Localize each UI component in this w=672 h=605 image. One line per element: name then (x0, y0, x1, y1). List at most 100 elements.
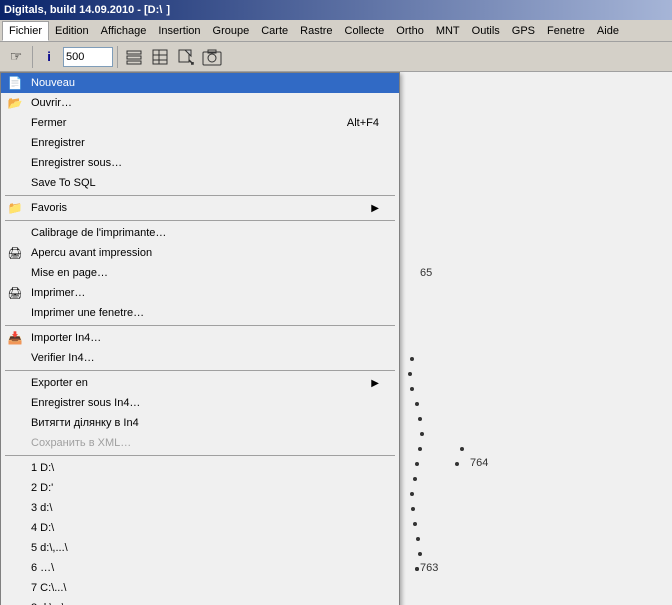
dropdown-item-label-recent6: 6 …\ (31, 562, 54, 574)
dropdown-separator-8 (5, 220, 395, 221)
toolbar-sep-2 (117, 46, 118, 68)
dropdown-item-recent6[interactable]: 6 …\ (1, 558, 399, 578)
dropdown-item-imprimer-fenetre[interactable]: Imprimer une fenetre… (1, 303, 399, 323)
menu-item-fenetre[interactable]: Fenetre (541, 21, 591, 41)
dropdown-item-ouvrir[interactable]: 📂 Ouvrir… (1, 93, 399, 113)
dropdown-item-recent4[interactable]: 4 D:\ (1, 518, 399, 538)
dropdown-item-apercu[interactable]: 🖨 Apercu avant impression (1, 243, 399, 263)
photo-btn[interactable] (200, 45, 224, 69)
map-dot-6 (418, 447, 422, 451)
dropdown-item-mise-en-page[interactable]: Mise en page… (1, 263, 399, 283)
menu-item-rastre[interactable]: Rastre (294, 21, 338, 41)
menu-item-aide[interactable]: Aide (591, 21, 625, 41)
dropdown-item-label-ouvrir: Ouvrir… (31, 97, 72, 109)
map-dot-2 (410, 387, 414, 391)
dropdown-item-vytyahty[interactable]: Витягти ділянку в In4 (1, 413, 399, 433)
dropdown-item-label-favoris: Favoris (31, 202, 67, 214)
toolbar-sep-1 (32, 46, 33, 68)
dropdown-item-recent5[interactable]: 5 d:\,...\ (1, 538, 399, 558)
dropdown-item-calibrage[interactable]: Calibrage de l'imprimante… (1, 223, 399, 243)
map-dot-13 (418, 552, 422, 556)
dropdown-item-enregistrer-in4[interactable]: Enregistrer sous In4… (1, 393, 399, 413)
map-dot-4 (418, 417, 422, 421)
dropdown-item-label-enregistrer: Enregistrer (31, 137, 85, 149)
dropdown-separator-22 (5, 455, 395, 456)
map-dot-15 (460, 447, 464, 451)
layers-btn[interactable] (122, 45, 146, 69)
dropdown-item-label-imprimer-fenetre: Imprimer une fenetre… (31, 307, 144, 319)
dropdown-item-label-importer: Importer In4… (31, 332, 101, 344)
menu-item-mnt[interactable]: MNT (430, 21, 466, 41)
title-bar: Digitals, build 14.09.2010 - [D:\ ] (0, 0, 672, 20)
submenu-arrow-exporter: ▶ (371, 378, 379, 389)
map-dot-0 (410, 357, 414, 361)
dropdown-item-importer[interactable]: 📥 Importer In4… (1, 328, 399, 348)
fichier-dropdown: 📄 Nouveau 📂 Ouvrir… Fermer Alt+F4 Enregistrer E… (0, 72, 400, 605)
dropdown-item-label-apercu: Apercu avant impression (31, 247, 152, 259)
nouveau-icon: 📄 (5, 75, 25, 91)
menu-item-groupe[interactable]: Groupe (207, 21, 256, 41)
shortcut-fermer: Alt+F4 (347, 117, 379, 129)
importer-icon: 📥 (5, 330, 25, 346)
dropdown-item-fermer[interactable]: Fermer Alt+F4 (1, 113, 399, 133)
dropdown-item-recent2[interactable]: 2 D:' (1, 478, 399, 498)
map-label-2: 763 (420, 562, 438, 574)
dropdown-item-favoris[interactable]: 📁Favoris▶ (1, 198, 399, 218)
dropdown-item-label-exporter: Exporter en (31, 377, 88, 389)
dropdown-item-imprimer[interactable]: 🖨Imprimer… (1, 283, 399, 303)
dropdown-item-nouveau[interactable]: 📄 Nouveau (1, 73, 399, 93)
map-dot-16 (455, 462, 459, 466)
apercu-icon: 🖨 (5, 245, 25, 261)
table-btn[interactable] (148, 45, 172, 69)
dropdown-item-label-nouveau: Nouveau (31, 77, 75, 89)
dropdown-item-exporter[interactable]: Exporter en ▶ (1, 373, 399, 393)
dropdown-item-recent7[interactable]: 7 C:\...\ (1, 578, 399, 598)
info-btn[interactable]: i (37, 45, 61, 69)
imprimer-icon: 🖨 (5, 285, 25, 301)
map-label-0: 65 (420, 267, 432, 279)
dropdown-separator-6 (5, 195, 395, 196)
menu-item-ortho[interactable]: Ortho (390, 21, 430, 41)
export-btn[interactable] (174, 45, 198, 69)
dropdown-item-save-xml: Сохранить в XML… (1, 433, 399, 453)
dropdown-item-label-save-sql: Save To SQL (31, 177, 96, 189)
map-dot-5 (420, 432, 424, 436)
map-dot-17 (415, 567, 419, 571)
menu-item-collecte[interactable]: Collecte (339, 21, 391, 41)
dropdown-item-recent8[interactable]: 8 d:\...\ (1, 598, 399, 605)
title-text: Digitals, build 14.09.2010 - [D:\ (4, 4, 162, 16)
dropdown-item-label-recent3: 3 d:\ (31, 502, 52, 514)
ouvrir-icon: 📂 (5, 95, 25, 111)
dropdown-item-enregistrer[interactable]: Enregistrer (1, 133, 399, 153)
menu-item-edition[interactable]: Edition (49, 21, 95, 41)
hand-tool-btn[interactable]: ☞ (4, 45, 28, 69)
dropdown-item-save-sql[interactable]: Save To SQL (1, 173, 399, 193)
map-dot-9 (410, 492, 414, 496)
dropdown-separator-14 (5, 325, 395, 326)
zoom-input[interactable] (63, 47, 113, 67)
menu-item-fichier[interactable]: Fichier (2, 21, 49, 41)
dropdown-item-recent3[interactable]: 3 d:\ (1, 498, 399, 518)
map-dot-3 (415, 402, 419, 406)
menu-item-carte[interactable]: Carte (255, 21, 294, 41)
menu-item-outils[interactable]: Outils (466, 21, 506, 41)
favoris-icon: 📁 (5, 200, 25, 216)
map-label-1: 764 (470, 457, 488, 469)
map-dot-12 (416, 537, 420, 541)
menu-item-insertion[interactable]: Insertion (152, 21, 206, 41)
map-dot-10 (411, 507, 415, 511)
dropdown-item-label-recent2: 2 D:' (31, 482, 53, 494)
menu-item-gps[interactable]: GPS (506, 21, 541, 41)
dropdown-item-label-fermer: Fermer (31, 117, 66, 129)
dropdown-item-label-recent1: 1 D:\ (31, 462, 54, 474)
menu-item-affichage[interactable]: Affichage (95, 21, 153, 41)
dropdown-item-verifier[interactable]: Verifier In4… (1, 348, 399, 368)
toolbar: ☞ i (0, 42, 672, 72)
dropdown-item-label-enregistrer-sous: Enregistrer sous… (31, 157, 122, 169)
map-dot-7 (415, 462, 419, 466)
dropdown-item-enregistrer-sous[interactable]: Enregistrer sous… (1, 153, 399, 173)
map-dot-1 (408, 372, 412, 376)
dropdown-item-label-save-xml: Сохранить в XML… (31, 437, 131, 449)
dropdown-item-label-vytyahty: Витягти ділянку в In4 (31, 417, 139, 429)
dropdown-item-recent1[interactable]: 1 D:\ (1, 458, 399, 478)
